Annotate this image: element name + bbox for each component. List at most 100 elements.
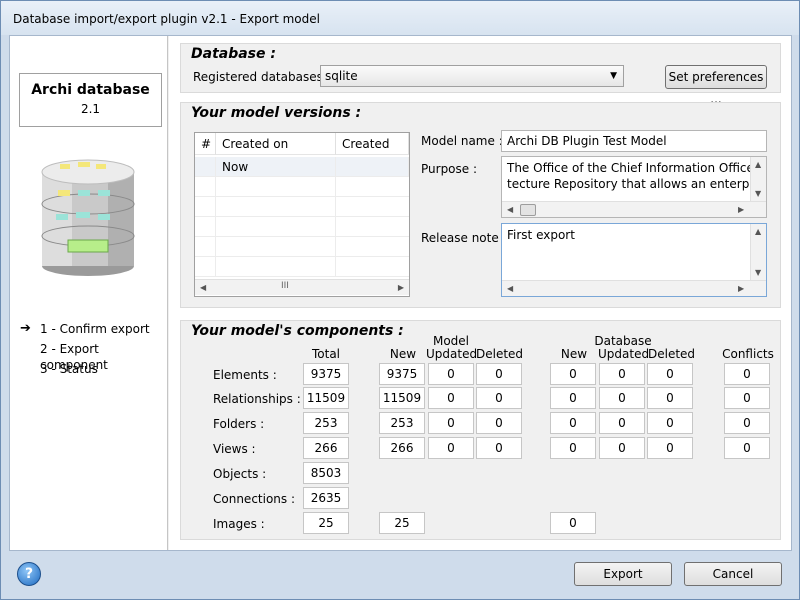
relationships-model-deleted: 0 [476, 387, 522, 409]
table-horizontal-scrollbar[interactable]: ◀ III ▶ [195, 279, 409, 295]
row-label-connections: Connections : [213, 492, 296, 506]
folders-db-deleted: 0 [647, 412, 693, 434]
chevron-down-icon: ▼ [610, 71, 617, 81]
views-db-new: 0 [550, 437, 596, 459]
header-model-new: New [389, 347, 417, 361]
release-horizontal-scrollbar[interactable]: ◀ ▶ [502, 280, 766, 296]
dialog-window: Database import/export plugin v2.1 - Exp… [0, 0, 800, 600]
relationships-db-deleted: 0 [647, 387, 693, 409]
release-note-text: First export [507, 228, 575, 242]
scroll-right-icon[interactable]: ▶ [738, 284, 744, 293]
scroll-down-icon[interactable]: ▼ [755, 189, 761, 198]
folders-model-updated: 0 [428, 412, 474, 434]
header-database-updated: Updated [598, 347, 650, 361]
components-group-title: Your model's components : [191, 323, 404, 339]
table-row [195, 177, 409, 197]
relationships-db-updated: 0 [599, 387, 645, 409]
column-header-num[interactable]: # [195, 133, 216, 155]
header-model: Model [432, 334, 470, 348]
scroll-down-icon[interactable]: ▼ [755, 268, 761, 277]
versions-table[interactable]: # Created on Created by Now ◀ III ▶ [194, 132, 410, 297]
row-label-folders: Folders : [213, 417, 265, 431]
header-model-updated: Updated [426, 347, 478, 361]
database-select[interactable]: sqlite ▼ [320, 65, 624, 87]
database-select-value: sqlite [325, 69, 358, 83]
header-database: Database [594, 334, 652, 348]
help-icon[interactable]: ? [17, 562, 41, 586]
export-button[interactable]: Export [574, 562, 672, 586]
scroll-left-icon[interactable]: ◀ [200, 283, 206, 292]
purpose-vertical-scrollbar[interactable]: ▲ ▼ [750, 157, 766, 201]
scroll-left-icon[interactable]: ◀ [507, 205, 513, 214]
column-header-created-by[interactable]: Created by [336, 133, 409, 173]
versions-group-title: Your model versions : [191, 105, 362, 121]
release-note-label: Release note : [421, 231, 507, 245]
scroll-left-icon[interactable]: ◀ [507, 284, 513, 293]
title-bar[interactable]: Database import/export plugin v2.1 - Exp… [1, 1, 799, 35]
table-row [195, 197, 409, 217]
cell-created-by [336, 157, 409, 177]
purpose-horizontal-scrollbar[interactable]: ◀ ▶ [502, 201, 766, 217]
folders-model-deleted: 0 [476, 412, 522, 434]
header-database-deleted: Deleted [648, 347, 696, 361]
model-name-field[interactable]: Archi DB Plugin Test Model [501, 130, 767, 152]
column-header-created-on[interactable]: Created on [216, 133, 336, 155]
set-preferences-button[interactable]: Set preferences ... [665, 65, 767, 106]
elements-model-updated: 0 [428, 363, 474, 385]
views-total: 266 [303, 437, 349, 459]
relationships-model-updated: 0 [428, 387, 474, 409]
relationships-total: 11509 [303, 387, 349, 409]
scroll-right-icon[interactable]: ▶ [738, 205, 744, 214]
window-title: Database import/export plugin v2.1 - Exp… [13, 12, 320, 26]
elements-model-deleted: 0 [476, 363, 522, 385]
release-note-textarea[interactable]: First export ▲ ▼ ◀ ▶ [501, 223, 767, 297]
elements-db-new: 0 [550, 363, 596, 385]
folders-conflicts: 0 [724, 412, 770, 434]
relationships-conflicts: 0 [724, 387, 770, 409]
views-model-deleted: 0 [476, 437, 522, 459]
table-row [195, 257, 409, 277]
step-status: 3 - Status [20, 361, 167, 381]
row-label-views: Views : [213, 442, 256, 456]
objects-total: 8503 [303, 462, 349, 484]
cell-num [195, 157, 216, 177]
current-step-arrow-icon: ➔ [20, 321, 31, 336]
folders-total: 253 [303, 412, 349, 434]
scroll-up-icon[interactable]: ▲ [755, 227, 761, 236]
registered-databases-label: Registered databases : [193, 70, 331, 84]
scroll-thumb[interactable] [520, 204, 536, 216]
step-label: 1 - Confirm export [40, 322, 150, 336]
images-total: 25 [303, 512, 349, 534]
views-db-deleted: 0 [647, 437, 693, 459]
relationships-model-new: 11509 [379, 387, 425, 409]
table-row [195, 237, 409, 257]
elements-db-deleted: 0 [647, 363, 693, 385]
folders-db-updated: 0 [599, 412, 645, 434]
views-db-updated: 0 [599, 437, 645, 459]
purpose-textarea[interactable]: The Office of the Chief Information Offi… [501, 156, 767, 218]
folders-model-new: 253 [379, 412, 425, 434]
purpose-text: The Office of the Chief Information Offi… [507, 161, 767, 191]
row-label-objects: Objects : [213, 467, 267, 481]
scroll-up-icon[interactable]: ▲ [755, 160, 761, 169]
header-conflicts: Conflicts [722, 347, 774, 361]
row-label-relationships: Relationships : [213, 392, 301, 406]
elements-db-updated: 0 [599, 363, 645, 385]
purpose-label: Purpose : [421, 162, 478, 176]
app-logo-box: Archi database 2.1 [19, 73, 162, 127]
scroll-right-icon[interactable]: ▶ [398, 283, 404, 292]
step-export-component: 2 - Export component [20, 341, 167, 372]
relationships-db-new: 0 [550, 387, 596, 409]
app-version: 2.1 [80, 102, 101, 116]
database-group-title: Database : [191, 46, 276, 62]
model-name-label: Model name : [421, 134, 503, 148]
table-row[interactable]: Now [195, 157, 409, 177]
row-label-images: Images : [213, 517, 265, 531]
release-vertical-scrollbar[interactable]: ▲ ▼ [750, 224, 766, 280]
cancel-button[interactable]: Cancel [684, 562, 782, 586]
header-model-deleted: Deleted [476, 347, 524, 361]
left-pane: Archi database 2.1 ➔ 1 - Confirm export … [10, 36, 168, 550]
scrollbar-grip-icon: III [281, 281, 289, 291]
row-label-elements: Elements : [213, 368, 277, 382]
connections-total: 2635 [303, 487, 349, 509]
